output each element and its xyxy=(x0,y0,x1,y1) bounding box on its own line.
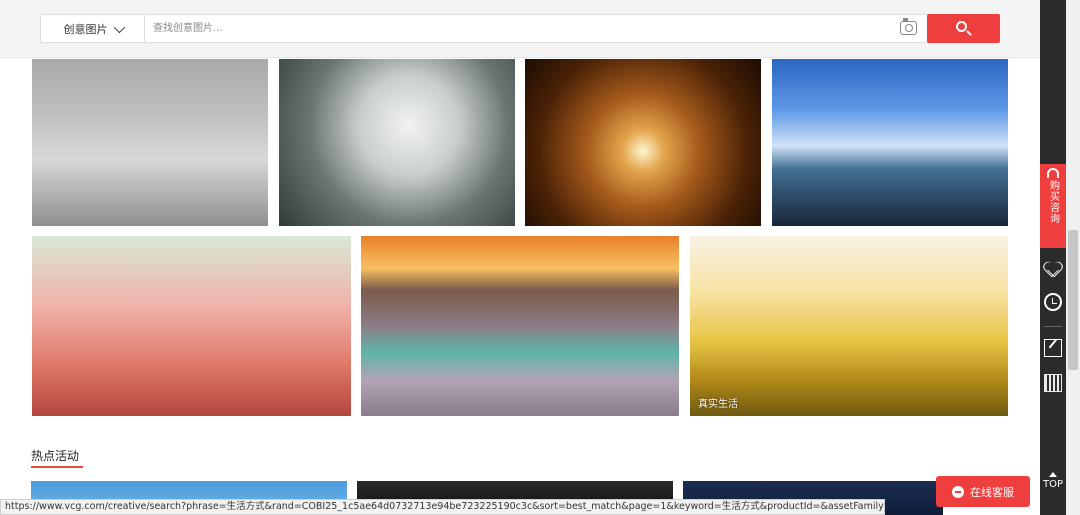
status-url: https://www.vcg.com/creative/search?phra… xyxy=(0,499,885,515)
section-underline xyxy=(31,466,83,468)
search-box: 创意图片 xyxy=(40,14,928,43)
search-header: 创意图片 xyxy=(0,0,1040,58)
category-label: 创意图片 xyxy=(63,22,108,36)
arrow-up-icon xyxy=(1049,472,1057,477)
qr-code-icon[interactable] xyxy=(1044,374,1062,392)
headset-icon xyxy=(1047,168,1059,178)
photo-skyscraper-clouds[interactable] xyxy=(279,59,515,226)
edit-icon[interactable] xyxy=(1044,339,1062,357)
photo-spiral-staircase[interactable] xyxy=(525,59,761,226)
heart-icon[interactable] xyxy=(1044,259,1062,277)
back-to-top-button[interactable]: TOP xyxy=(1040,472,1066,490)
section-title: 热点活动 xyxy=(31,449,80,463)
page: 创意图片 真实生活 热点活动 https://www.vcg.com/creat… xyxy=(0,0,1080,515)
online-service-label: 在线客服 xyxy=(970,485,1014,499)
camera-search-icon[interactable] xyxy=(900,18,917,35)
top-label: TOP xyxy=(1042,479,1063,490)
photo-sunset-lake[interactable] xyxy=(361,236,679,416)
photo-huskies[interactable] xyxy=(32,59,268,226)
online-service-button[interactable]: 在线客服 xyxy=(936,476,1030,507)
photo-flower-field[interactable]: 真实生活 xyxy=(690,236,1008,416)
photo-beach-sun[interactable] xyxy=(772,59,1008,226)
scrollbar-thumb[interactable] xyxy=(1068,230,1078,370)
history-icon[interactable] xyxy=(1044,293,1062,311)
photo-donut-floats[interactable] xyxy=(32,236,351,416)
consult-label: 购买咨询 xyxy=(1047,180,1059,224)
search-button[interactable] xyxy=(927,14,1000,43)
search-icon xyxy=(956,21,967,32)
chat-icon xyxy=(952,485,964,498)
photo-caption: 真实生活 xyxy=(698,399,738,410)
purchase-consult-button[interactable]: 购买咨询 xyxy=(1040,164,1066,248)
category-dropdown[interactable]: 创意图片 xyxy=(41,15,145,42)
chevron-down-icon xyxy=(113,21,125,33)
search-input[interactable] xyxy=(153,19,873,38)
divider xyxy=(1044,326,1062,327)
